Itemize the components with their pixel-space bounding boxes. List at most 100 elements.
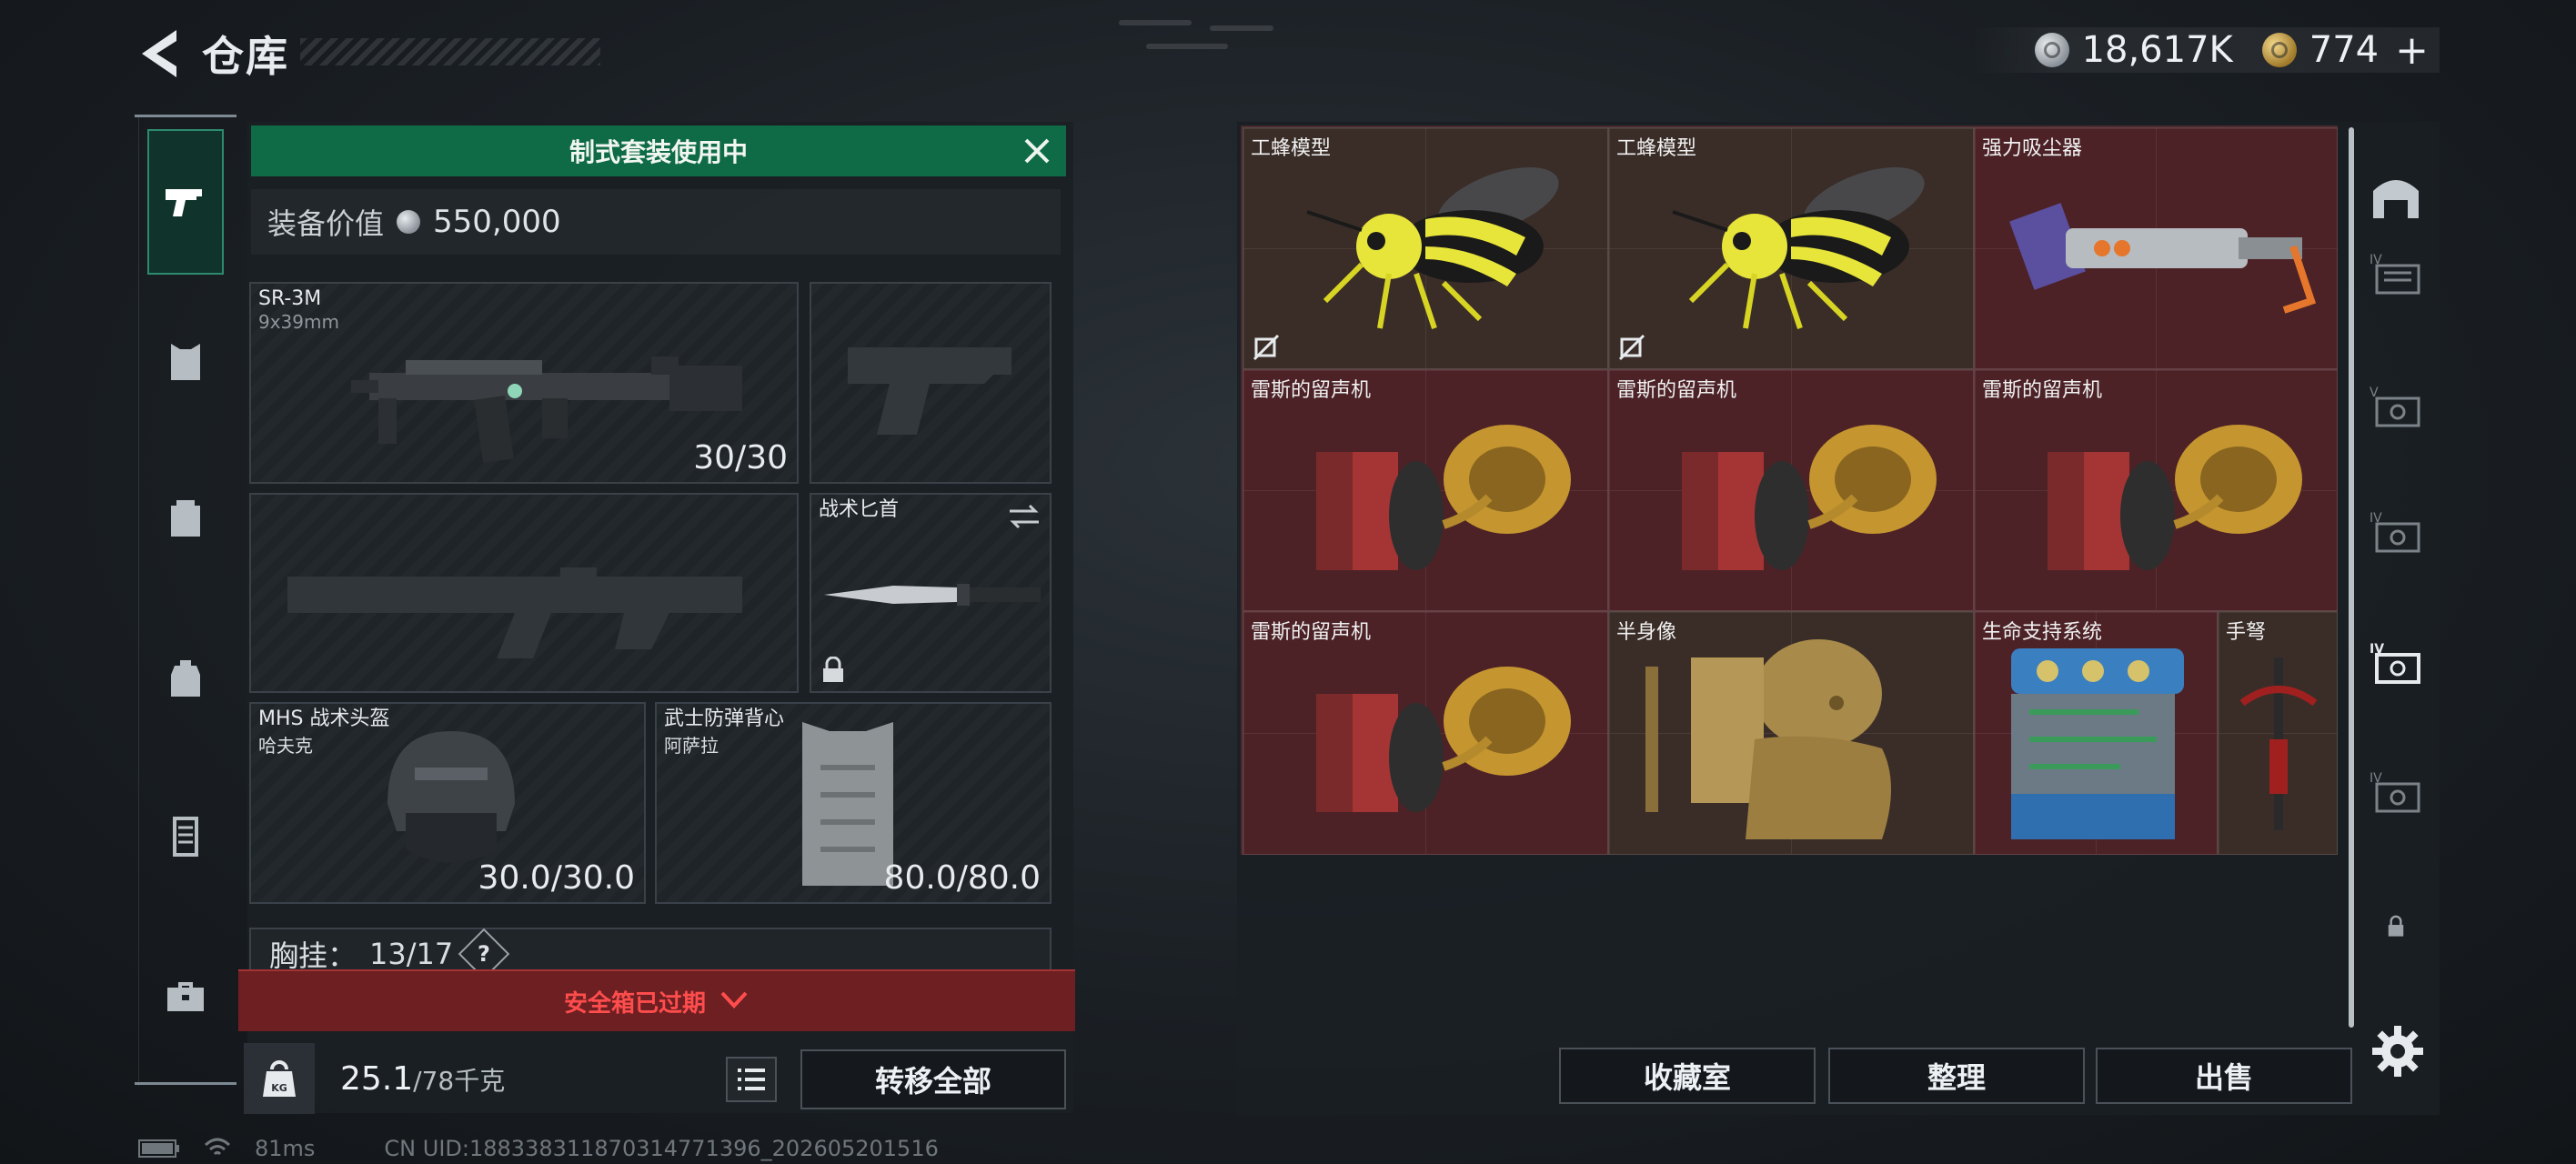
storage-tab-iv-2[interactable]: IV [2361, 758, 2430, 828]
tier-iv-storage-icon: IV [2370, 771, 2420, 813]
storage-item[interactable]: 雷斯的留声机 [1243, 369, 1608, 611]
rail-tab-weapons[interactable] [147, 129, 224, 275]
melee-slot[interactable]: 战术匕首 [810, 493, 1052, 693]
swap-icon[interactable] [1006, 502, 1042, 531]
item-name: 生命支持系统 [1982, 621, 2103, 644]
equipment-value-row: 装备价值 550,000 [251, 189, 1061, 255]
storage-item[interactable]: 手弩 [2218, 611, 2338, 855]
list-view-button[interactable] [726, 1057, 777, 1102]
inventory-footer: KG 25.1/78千克 转移全部 [244, 1042, 1073, 1115]
storage-grid: 工蜂模型 工蜂模型 强力吸尘器 雷斯的留声机 雷斯的留声机 雷斯的留声机 雷斯的… [1241, 125, 2338, 855]
ping-value: 81ms [255, 1136, 316, 1161]
storage-tab-iv-active[interactable]: IV [2361, 629, 2430, 698]
gramophone-icon [1682, 425, 1937, 570]
bust-icon [1645, 639, 1891, 839]
helmet-name: MHS 战术头盔 [258, 707, 390, 730]
sidearm-slot[interactable] [810, 282, 1052, 484]
storage-item[interactable]: 工蜂模型 [1608, 127, 1974, 369]
item-name: 强力吸尘器 [1982, 137, 2083, 160]
equipment-value-label: 装备价值 [267, 206, 385, 241]
safebox-expired-bar[interactable]: 安全箱已过期 [238, 969, 1075, 1031]
storage-item[interactable]: 雷斯的留声机 [1974, 369, 2338, 611]
tier-iv-storage-icon: IV [2370, 642, 2420, 684]
top-bar: 仓库 [136, 22, 289, 85]
secondary-weapon-slot[interactable] [249, 493, 799, 693]
rail-tab-locker[interactable] [147, 798, 224, 875]
no-trade-icon [1618, 334, 1645, 361]
ammo-count: 30/30 [693, 439, 788, 477]
back-arrow-icon[interactable] [136, 28, 182, 79]
armor-vest-slot[interactable]: 武士防弹背心 阿萨拉 80.0/80.0 [655, 702, 1052, 904]
silver-currency-value: 18,617K [2081, 29, 2233, 71]
equipment-value: 550,000 [433, 204, 561, 240]
currency-bar: 18,617K 774 + [1970, 27, 2440, 74]
weapon-name: SR-3M [258, 287, 322, 310]
transfer-all-button[interactable]: 转移全部 [800, 1049, 1066, 1109]
gold-currency-value: 774 [2309, 29, 2380, 71]
storage-item[interactable]: 工蜂模型 [1243, 127, 1608, 369]
storage-tab-v-1[interactable]: V [2361, 373, 2430, 442]
briefcase-icon [167, 982, 204, 1011]
weapon-caliber: 9x39mm [258, 311, 339, 333]
sort-button[interactable]: 整理 [1828, 1048, 2085, 1104]
locked-storage-tab[interactable] [2361, 891, 2430, 960]
storage-item[interactable]: 雷斯的留声机 [1608, 369, 1974, 611]
rail-tab-backpack[interactable] [147, 480, 224, 557]
gold-coin-icon [2261, 33, 2297, 67]
sell-button[interactable]: 出售 [2096, 1048, 2352, 1104]
no-trade-icon [1253, 334, 1280, 361]
warehouse-icon [2373, 180, 2419, 218]
add-currency-button[interactable]: + [2395, 27, 2429, 74]
title-decoration [300, 38, 600, 65]
battery-icon [138, 1139, 179, 1158]
item-name: 工蜂模型 [1251, 137, 1332, 160]
rail-divider-top [135, 115, 236, 117]
lock-icon [2388, 915, 2404, 937]
storage-item[interactable]: 雷斯的留声机 [1243, 611, 1608, 855]
carry-weight: 25.1/78千克 [340, 1060, 505, 1098]
svg-text:KG: KG [271, 1082, 287, 1094]
primary-weapon-slot[interactable]: SR-3M 9x39mm 30/30 [249, 282, 799, 484]
helmet-brand: 哈夫克 [258, 735, 313, 757]
life-support-icon [2011, 648, 2184, 839]
silver-coin-icon [397, 210, 421, 234]
item-name: 雷斯的留声机 [1251, 621, 1372, 644]
warehouse-tab[interactable] [2361, 160, 2430, 229]
storage-tab-iv[interactable]: IV [2361, 240, 2430, 309]
loadout-banner-text: 制式套装使用中 [569, 137, 748, 167]
storage-tab-v-2[interactable]: IV [2361, 498, 2430, 567]
collection-room-button[interactable]: 收藏室 [1559, 1048, 1816, 1104]
wifi-icon [204, 1138, 231, 1156]
item-name: 半身像 [1616, 621, 1677, 644]
carry-weight-value: 25.1 [340, 1059, 414, 1098]
close-icon[interactable] [1019, 133, 1055, 169]
locker-icon [173, 817, 198, 857]
crossbow-icon [2239, 657, 2318, 830]
rail-tab-bag[interactable] [147, 640, 224, 717]
gramophone-icon [1316, 667, 1571, 812]
knife-icon [824, 584, 1041, 606]
storage-item[interactable]: 半身像 [1608, 611, 1974, 855]
safebox-expired-text: 安全箱已过期 [563, 989, 706, 1018]
gramophone-icon [1316, 425, 1571, 570]
wasp-model-icon [1672, 167, 1925, 329]
storage-scrollbar[interactable] [2349, 127, 2354, 1028]
status-bar: 81ms CN UID:18833831187031477139​6_20260… [138, 1135, 939, 1162]
item-name: 雷斯的留声机 [1251, 379, 1372, 402]
settings-gear-icon[interactable] [2369, 1022, 2427, 1080]
rifle-silhouette-icon [287, 567, 742, 658]
page-title: 仓库 [202, 32, 289, 81]
vest-name: 武士防弹背心 [664, 707, 785, 730]
storage-item[interactable]: 生命支持系统 [1974, 611, 2218, 855]
item-name: 手弩 [2226, 621, 2267, 644]
storage-item[interactable]: 强力吸尘器 [1974, 127, 2338, 369]
tier-v-storage-icon: IV [2370, 511, 2420, 553]
lock-icon [823, 657, 843, 682]
helmet-slot[interactable]: MHS 战术头盔 哈夫克 30.0/30.0 [249, 702, 646, 904]
item-name: 雷斯的留声机 [1982, 379, 2103, 402]
item-name: 工蜂模型 [1616, 137, 1697, 160]
rail-tab-briefcase[interactable] [147, 958, 224, 1035]
rifle-icon [351, 356, 742, 464]
tier-v-storage-icon: V [2370, 386, 2420, 427]
rail-tab-armor[interactable] [147, 324, 224, 400]
